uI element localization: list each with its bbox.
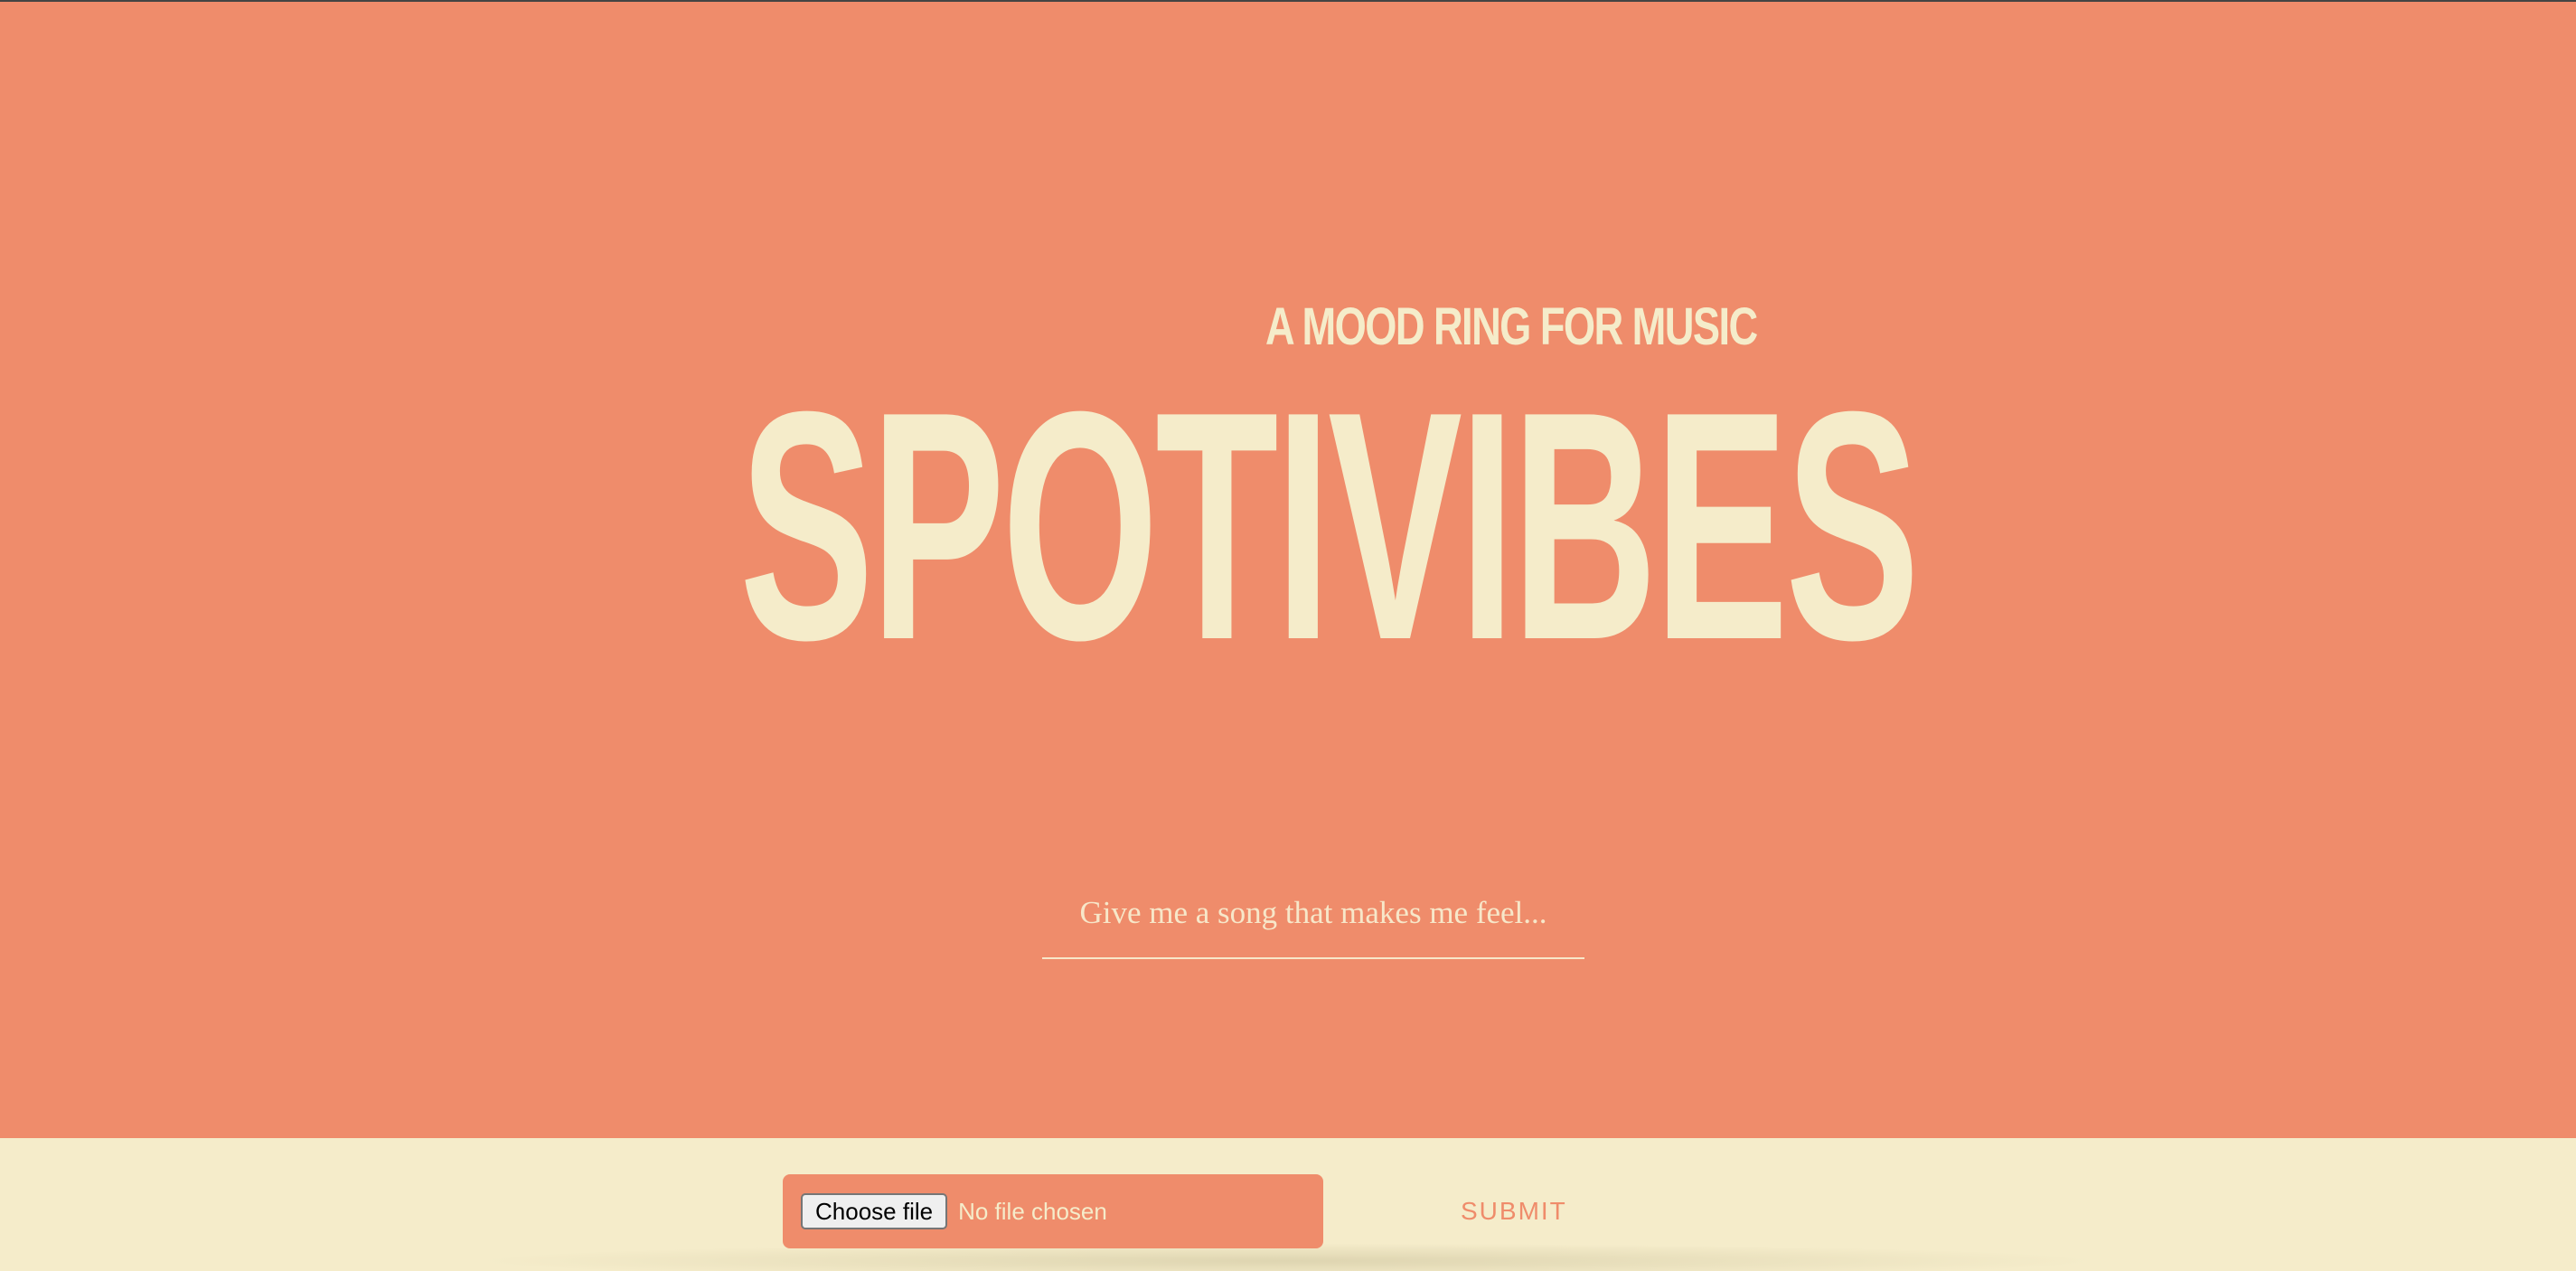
choose-file-button[interactable]: Choose file [801,1193,948,1229]
mood-input[interactable] [1042,883,1584,943]
hero-section: A MOOD RING FOR MUSIC SPOTIVIBES [0,2,2576,1138]
mood-field [1042,883,1584,959]
submit-button[interactable]: SUBMIT [1446,1191,1582,1231]
file-upload-control: Choose file No file chosen [783,1174,1323,1248]
file-status-text: No file chosen [958,1197,1107,1225]
app-title: SPOTIVIBES [739,344,1920,708]
